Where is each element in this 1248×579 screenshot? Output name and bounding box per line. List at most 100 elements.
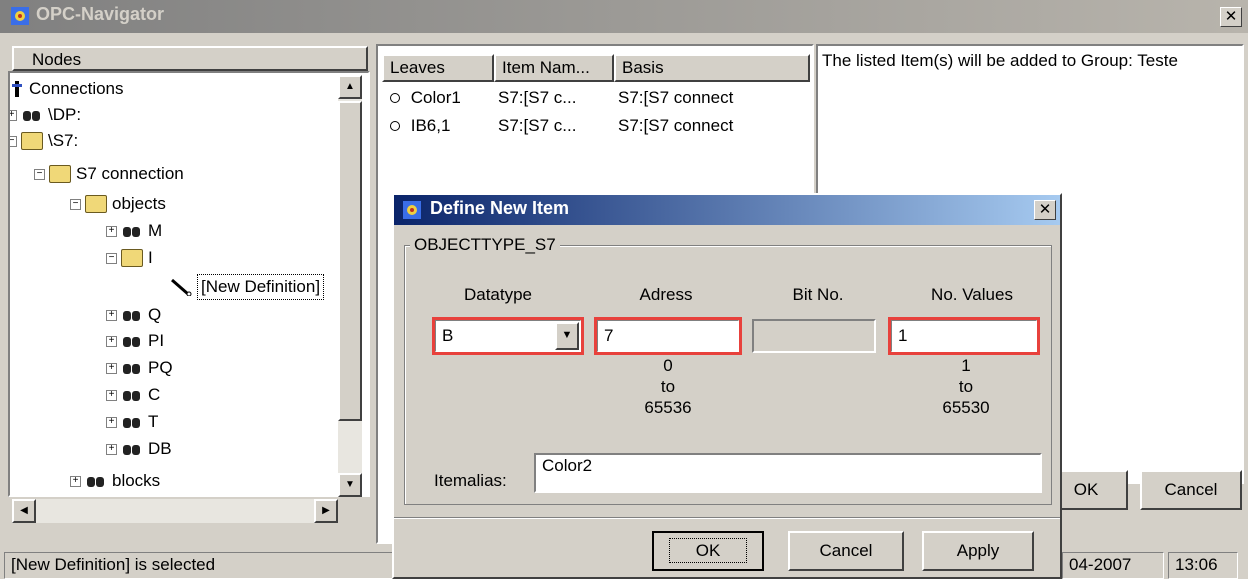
dialog-separator xyxy=(394,517,1060,519)
list-cell-leaf: IB6,1 xyxy=(410,116,451,135)
binoculars-icon xyxy=(21,106,43,124)
range-min: 0 xyxy=(663,356,673,375)
range-min: 1 xyxy=(961,356,971,375)
tree-item-s7[interactable]: − \S7: xyxy=(10,129,78,153)
column-header-basis[interactable]: Basis xyxy=(614,54,810,82)
adress-range: 0 to 65536 xyxy=(608,355,728,418)
expand-icon[interactable]: + xyxy=(10,109,17,121)
tree-item-label: Connections xyxy=(29,79,124,98)
tree-item-m[interactable]: + M xyxy=(106,219,162,243)
highlight-box xyxy=(888,317,1040,355)
tree-item-t[interactable]: + T xyxy=(106,410,158,434)
expand-icon[interactable]: + xyxy=(70,475,81,487)
collapse-icon[interactable]: − xyxy=(10,135,17,147)
tree-item-label: PQ xyxy=(148,358,173,377)
list-row[interactable]: Color1 S7:[S7 c... S7:[S7 connect xyxy=(384,86,806,110)
button-label: Apply xyxy=(956,541,1000,560)
leaf-circle-icon xyxy=(390,121,400,131)
bitno-label: Bit No. xyxy=(792,285,844,304)
collapse-icon[interactable]: − xyxy=(106,252,117,264)
binoculars-icon xyxy=(121,413,143,431)
tree-item-db[interactable]: + DB xyxy=(106,437,172,461)
novalues-label: No. Values xyxy=(931,285,1013,304)
expand-icon[interactable]: + xyxy=(106,309,117,321)
expand-icon[interactable]: + xyxy=(106,416,117,428)
tree-item-c[interactable]: + C xyxy=(106,383,160,407)
window-title-bar[interactable]: OPC-Navigator ✕ xyxy=(0,0,1248,33)
tree-item-connections[interactable]: Connections xyxy=(12,77,124,101)
scroll-left-arrow-icon[interactable]: ◀ xyxy=(12,499,36,523)
tree-item-label: \DP: xyxy=(48,105,82,124)
tree-item-pq[interactable]: + PQ xyxy=(106,356,173,380)
connections-icon xyxy=(12,80,24,98)
folder-icon xyxy=(121,249,143,267)
group-info-label: The listed Item(s) will be added to Grou… xyxy=(822,51,1178,70)
folder-icon xyxy=(21,132,43,150)
highlight-box xyxy=(594,317,742,355)
tree-horizontal-scrollbar[interactable]: ◀ ▶ xyxy=(12,499,338,523)
column-header-label: Leaves xyxy=(390,58,445,77)
range-max: 65530 xyxy=(942,398,990,417)
define-new-item-dialog[interactable]: Define New Item ✕ OBJECTTYPE_S7 Datatype… xyxy=(392,193,1062,579)
tree-item-i[interactable]: − I xyxy=(106,246,153,270)
status-date: 04-2007 xyxy=(1062,552,1164,579)
list-cell-basis: S7:[S7 connect xyxy=(618,116,734,135)
scroll-down-arrow-icon[interactable]: ▼ xyxy=(338,473,362,497)
binoculars-icon xyxy=(121,222,143,240)
expand-icon[interactable]: + xyxy=(106,335,117,347)
node-tree[interactable]: Connections + \DP: − \S7: − S7 connectio… xyxy=(8,71,370,497)
expand-icon[interactable]: + xyxy=(106,443,117,455)
range-to: to xyxy=(660,377,676,396)
expand-icon[interactable]: + xyxy=(106,362,117,374)
leaf-circle-icon xyxy=(390,93,400,103)
tree-item-pi[interactable]: + PI xyxy=(106,329,164,353)
bitno-input[interactable] xyxy=(752,319,876,353)
tree-item-new-definition[interactable]: [New Definition] xyxy=(170,274,325,300)
tree-item-s7-connection[interactable]: − S7 connection xyxy=(34,162,184,186)
itemalias-input[interactable]: Color2 xyxy=(534,453,1042,493)
collapse-icon[interactable]: − xyxy=(70,198,81,210)
column-header-leaves[interactable]: Leaves xyxy=(382,54,494,82)
tree-item-label: I xyxy=(148,248,153,267)
tree-item-label: PI xyxy=(148,331,165,350)
itemalias-value: Color2 xyxy=(542,456,593,475)
main-cancel-button[interactable]: Cancel xyxy=(1140,470,1242,510)
window-close-button[interactable]: ✕ xyxy=(1220,7,1242,27)
datatype-label: Datatype xyxy=(463,285,533,304)
scroll-thumb[interactable] xyxy=(338,101,362,421)
dialog-cancel-button[interactable]: Cancel xyxy=(788,531,904,571)
tree-header[interactable]: Nodes xyxy=(12,46,368,71)
dialog-close-button[interactable]: ✕ xyxy=(1034,200,1056,220)
tree-item-blocks[interactable]: + blocks xyxy=(70,469,160,493)
expand-icon[interactable]: + xyxy=(106,225,117,237)
list-row[interactable]: IB6,1 S7:[S7 c... S7:[S7 connect xyxy=(384,114,806,138)
tree-item-label: S7 connection xyxy=(76,164,184,183)
tree-item-label: C xyxy=(148,385,161,404)
binoculars-icon xyxy=(85,472,107,490)
column-header-item-name[interactable]: Item Nam... xyxy=(494,54,614,82)
tree-vertical-scrollbar[interactable]: ▲ ▼ xyxy=(338,75,362,497)
dialog-apply-button[interactable]: Apply xyxy=(922,531,1034,571)
tree-item-label: objects xyxy=(112,194,166,213)
scroll-up-arrow-icon[interactable]: ▲ xyxy=(338,75,362,99)
range-to: to xyxy=(958,377,974,396)
tree-item-dp[interactable]: + \DP: xyxy=(10,103,82,127)
tree-item-objects[interactable]: − objects xyxy=(70,192,166,216)
collapse-icon[interactable]: − xyxy=(34,168,45,180)
binoculars-icon xyxy=(121,386,143,404)
tree-item-q[interactable]: + Q xyxy=(106,303,161,327)
dialog-title-bar[interactable]: Define New Item ✕ xyxy=(394,195,1060,225)
scroll-right-arrow-icon[interactable]: ▶ xyxy=(314,499,338,523)
tree-item-label: DB xyxy=(148,439,172,458)
binoculars-icon xyxy=(121,359,143,377)
dialog-ok-button[interactable]: OK xyxy=(652,531,764,571)
button-label: Cancel xyxy=(819,541,873,560)
tree-item-label: Q xyxy=(148,305,162,324)
group-label: OBJECTTYPE_S7 xyxy=(410,235,560,255)
button-label: OK xyxy=(668,538,748,563)
column-header-label: Item Nam... xyxy=(502,58,590,77)
novalues-range: 1 to 65530 xyxy=(906,355,1026,418)
button-label: Cancel xyxy=(1164,480,1218,499)
expand-icon[interactable]: + xyxy=(106,389,117,401)
tree-item-label: blocks xyxy=(112,471,161,490)
